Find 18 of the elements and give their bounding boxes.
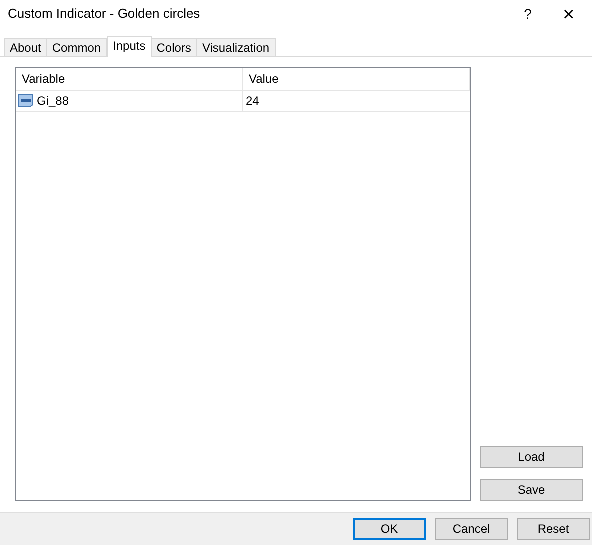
side-button[interactable]: Load	[480, 446, 583, 468]
tab[interactable]: Colors	[150, 38, 198, 56]
tab[interactable]: About	[4, 38, 48, 56]
tab[interactable]: Common	[46, 38, 108, 56]
help-button[interactable]: ?	[510, 0, 546, 28]
dialog-button[interactable]: OK	[353, 518, 426, 540]
side-button[interactable]: Save	[480, 479, 583, 501]
table-cell-text: Gi_88	[37, 93, 70, 110]
tab[interactable]: Visualization	[196, 38, 276, 56]
dialog-button[interactable]: Reset	[517, 518, 590, 540]
table-cell-text: 24	[246, 93, 260, 110]
dialog-button[interactable]: Cancel	[435, 518, 508, 540]
close-button[interactable]: ×	[546, 0, 592, 28]
window-title: Custom Indicator - Golden circles	[8, 5, 202, 24]
tab[interactable]: Inputs	[107, 36, 152, 57]
column-header[interactable]: Variable	[16, 68, 243, 90]
column-header[interactable]: Value	[243, 68, 470, 90]
number-type-icon	[18, 94, 34, 108]
